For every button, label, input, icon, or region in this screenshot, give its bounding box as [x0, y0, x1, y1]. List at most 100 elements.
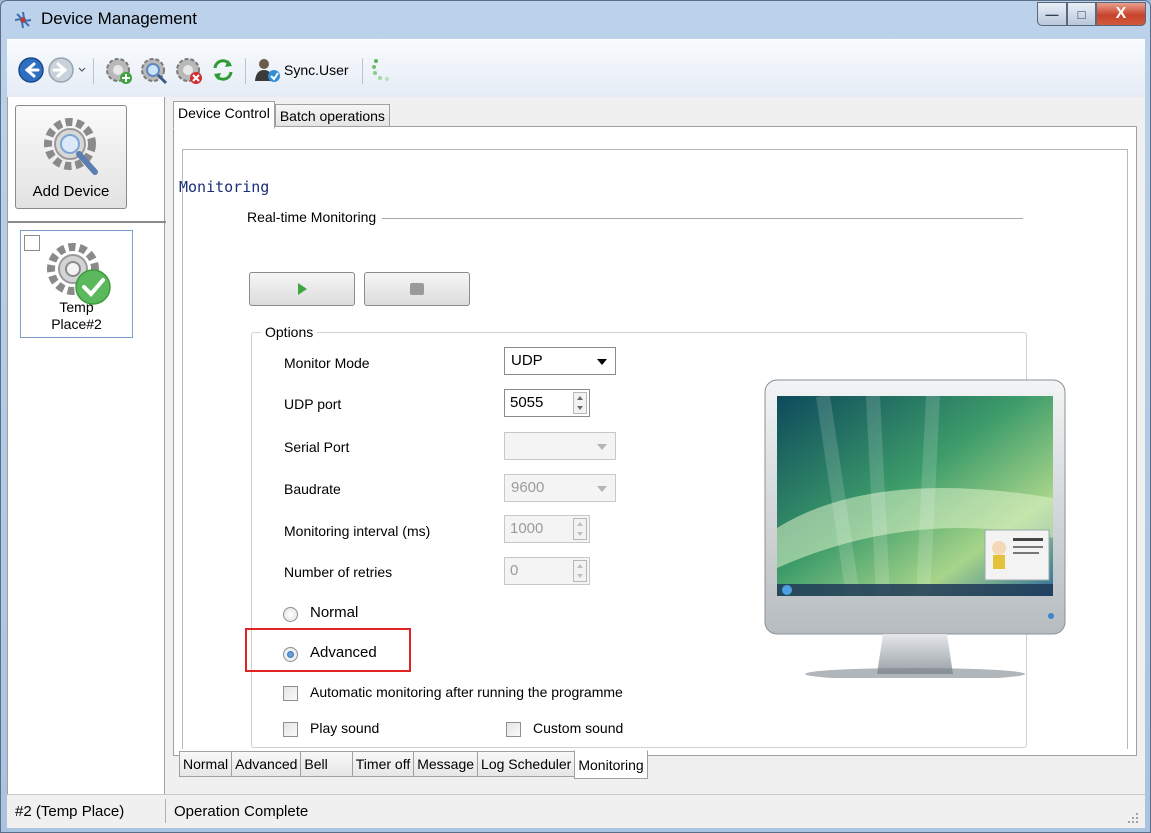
- chevron-down-icon: [597, 444, 607, 450]
- spinner-arrows-icon[interactable]: [573, 392, 587, 414]
- minimize-button[interactable]: —: [1037, 2, 1067, 26]
- tab-normal[interactable]: Normal: [179, 751, 233, 777]
- loading-indicator: [371, 58, 393, 82]
- baudrate-value: 9600: [511, 479, 545, 496]
- close-icon: X: [1115, 5, 1127, 22]
- sync-user-button[interactable]: Sync.User: [253, 56, 349, 84]
- custom-sound-checkbox[interactable]: [506, 722, 521, 737]
- baudrate-select: 9600: [504, 474, 616, 502]
- device-list-panel: Add Device Temp Place#2: [7, 97, 166, 794]
- device-label-line1: Temp: [59, 299, 94, 315]
- gear-add-icon: [106, 58, 132, 84]
- bottom-tab-strip: Normal Advanced Bell Timer off Message L…: [179, 750, 648, 779]
- device-label: Temp Place#2: [21, 299, 132, 333]
- realtime-group-label: Real-time Monitoring: [247, 209, 383, 225]
- device-item-temp-place-2[interactable]: Temp Place#2: [20, 230, 133, 338]
- status-message: Operation Complete: [174, 803, 309, 820]
- minimize-icon: —: [1045, 6, 1059, 22]
- tab-log-scheduler[interactable]: Log Scheduler: [477, 751, 576, 777]
- refresh-icon: [213, 59, 233, 81]
- app-logo-icon: [13, 10, 33, 30]
- monitoring-panel: Monitoring Real-time Monitoring Options …: [179, 149, 1128, 749]
- maximize-button[interactable]: □: [1067, 2, 1096, 26]
- monitoring-heading: Monitoring: [179, 178, 270, 196]
- chevron-down-icon: [597, 486, 607, 492]
- device-label-line2: Place#2: [51, 316, 102, 332]
- refresh-button[interactable]: [209, 56, 237, 84]
- window-controls: — □ X: [1037, 2, 1146, 26]
- gear-add-button[interactable]: [103, 55, 135, 87]
- client-area: Add Device Temp Place#2 Device Control B…: [7, 97, 1145, 794]
- add-device-button[interactable]: Add Device: [15, 105, 127, 209]
- stop-monitoring-button[interactable]: [364, 272, 470, 306]
- top-tab-strip: Device Control Batch operations: [173, 101, 390, 129]
- toolbar-separator: [93, 58, 94, 84]
- tab-device-control[interactable]: Device Control: [173, 101, 275, 129]
- status-device: #2 (Temp Place): [15, 803, 125, 820]
- gear-delete-icon: [176, 58, 202, 84]
- start-monitoring-button[interactable]: [249, 272, 355, 306]
- close-button[interactable]: X: [1096, 2, 1146, 26]
- play-sound-checkbox[interactable]: [283, 722, 298, 737]
- auto-monitor-checkbox[interactable]: [283, 686, 298, 701]
- device-control-page: Monitoring Real-time Monitoring Options …: [173, 126, 1137, 756]
- back-arrow-icon: [18, 57, 44, 83]
- retries-spinner: 0: [504, 557, 590, 585]
- title-bar[interactable]: Device Management — □ X: [1, 1, 1151, 37]
- chevron-down-icon: [78, 67, 86, 72]
- gear-delete-button[interactable]: [173, 55, 205, 87]
- auto-monitor-label: Automatic monitoring after running the p…: [310, 684, 623, 700]
- monitor-mode-label: Monitor Mode: [284, 355, 370, 371]
- monitoring-interval-value: 1000: [510, 520, 544, 537]
- normal-radio-label: Normal: [310, 604, 359, 621]
- monitor-mode-value: UDP: [511, 352, 543, 369]
- monitoring-interval-spinner: 1000: [504, 515, 590, 543]
- add-device-label: Add Device: [32, 183, 110, 200]
- retries-value: 0: [510, 562, 519, 579]
- app-window: Device Management — □ X Sync.User Add De…: [0, 0, 1151, 833]
- spinner-arrows-icon: [573, 518, 587, 540]
- tab-batch-operations[interactable]: Batch operations: [274, 104, 390, 127]
- tab-timer-off[interactable]: Timer off: [351, 751, 415, 777]
- monitor-mode-select[interactable]: UDP: [504, 347, 616, 375]
- serial-port-label: Serial Port: [284, 439, 350, 455]
- resize-grip-icon[interactable]: [1127, 812, 1139, 824]
- forward-arrow-icon: [48, 57, 74, 83]
- user-sync-icon: [255, 59, 280, 82]
- udp-port-value: 5055: [510, 394, 544, 411]
- maximize-icon: □: [1077, 6, 1086, 22]
- gear-search-button[interactable]: [138, 55, 170, 87]
- gear-search-icon: [44, 118, 98, 175]
- tab-advanced[interactable]: Advanced: [231, 751, 302, 777]
- monitor-illustration: [764, 379, 1066, 678]
- toolbar-separator: [245, 58, 246, 84]
- play-sound-label: Play sound: [310, 720, 380, 736]
- serial-port-select: [504, 432, 616, 460]
- device-select-checkbox[interactable]: [24, 235, 40, 251]
- chevron-down-icon: [597, 359, 607, 365]
- spinner-arrows-icon: [573, 560, 587, 582]
- status-separator: [165, 799, 166, 823]
- stop-icon: [410, 283, 424, 295]
- forward-button[interactable]: [47, 56, 75, 84]
- back-button[interactable]: [17, 56, 45, 84]
- highlight-annotation-box: [245, 628, 411, 672]
- tab-message[interactable]: Message: [413, 751, 479, 777]
- monitoring-interval-label: Monitoring interval (ms): [284, 523, 431, 539]
- realtime-group-line: [343, 218, 1023, 219]
- tab-bell[interactable]: Bell: [300, 751, 353, 777]
- retries-label: Number of retries: [284, 564, 393, 580]
- normal-radio[interactable]: [283, 607, 298, 622]
- toolbar-separator: [362, 58, 363, 84]
- gear-search-icon: [141, 58, 168, 85]
- udp-port-spinner[interactable]: 5055: [504, 389, 590, 417]
- tab-monitoring[interactable]: Monitoring: [574, 750, 648, 779]
- sync-user-label: Sync.User: [284, 62, 349, 78]
- play-icon: [298, 283, 307, 295]
- options-title: Options: [261, 324, 318, 340]
- custom-sound-label: Custom sound: [533, 720, 624, 736]
- nav-dropdown-button[interactable]: [78, 66, 86, 74]
- panel-divider: [8, 221, 166, 223]
- window-title: Device Management: [41, 9, 197, 28]
- toolbar: Sync.User: [7, 39, 1145, 97]
